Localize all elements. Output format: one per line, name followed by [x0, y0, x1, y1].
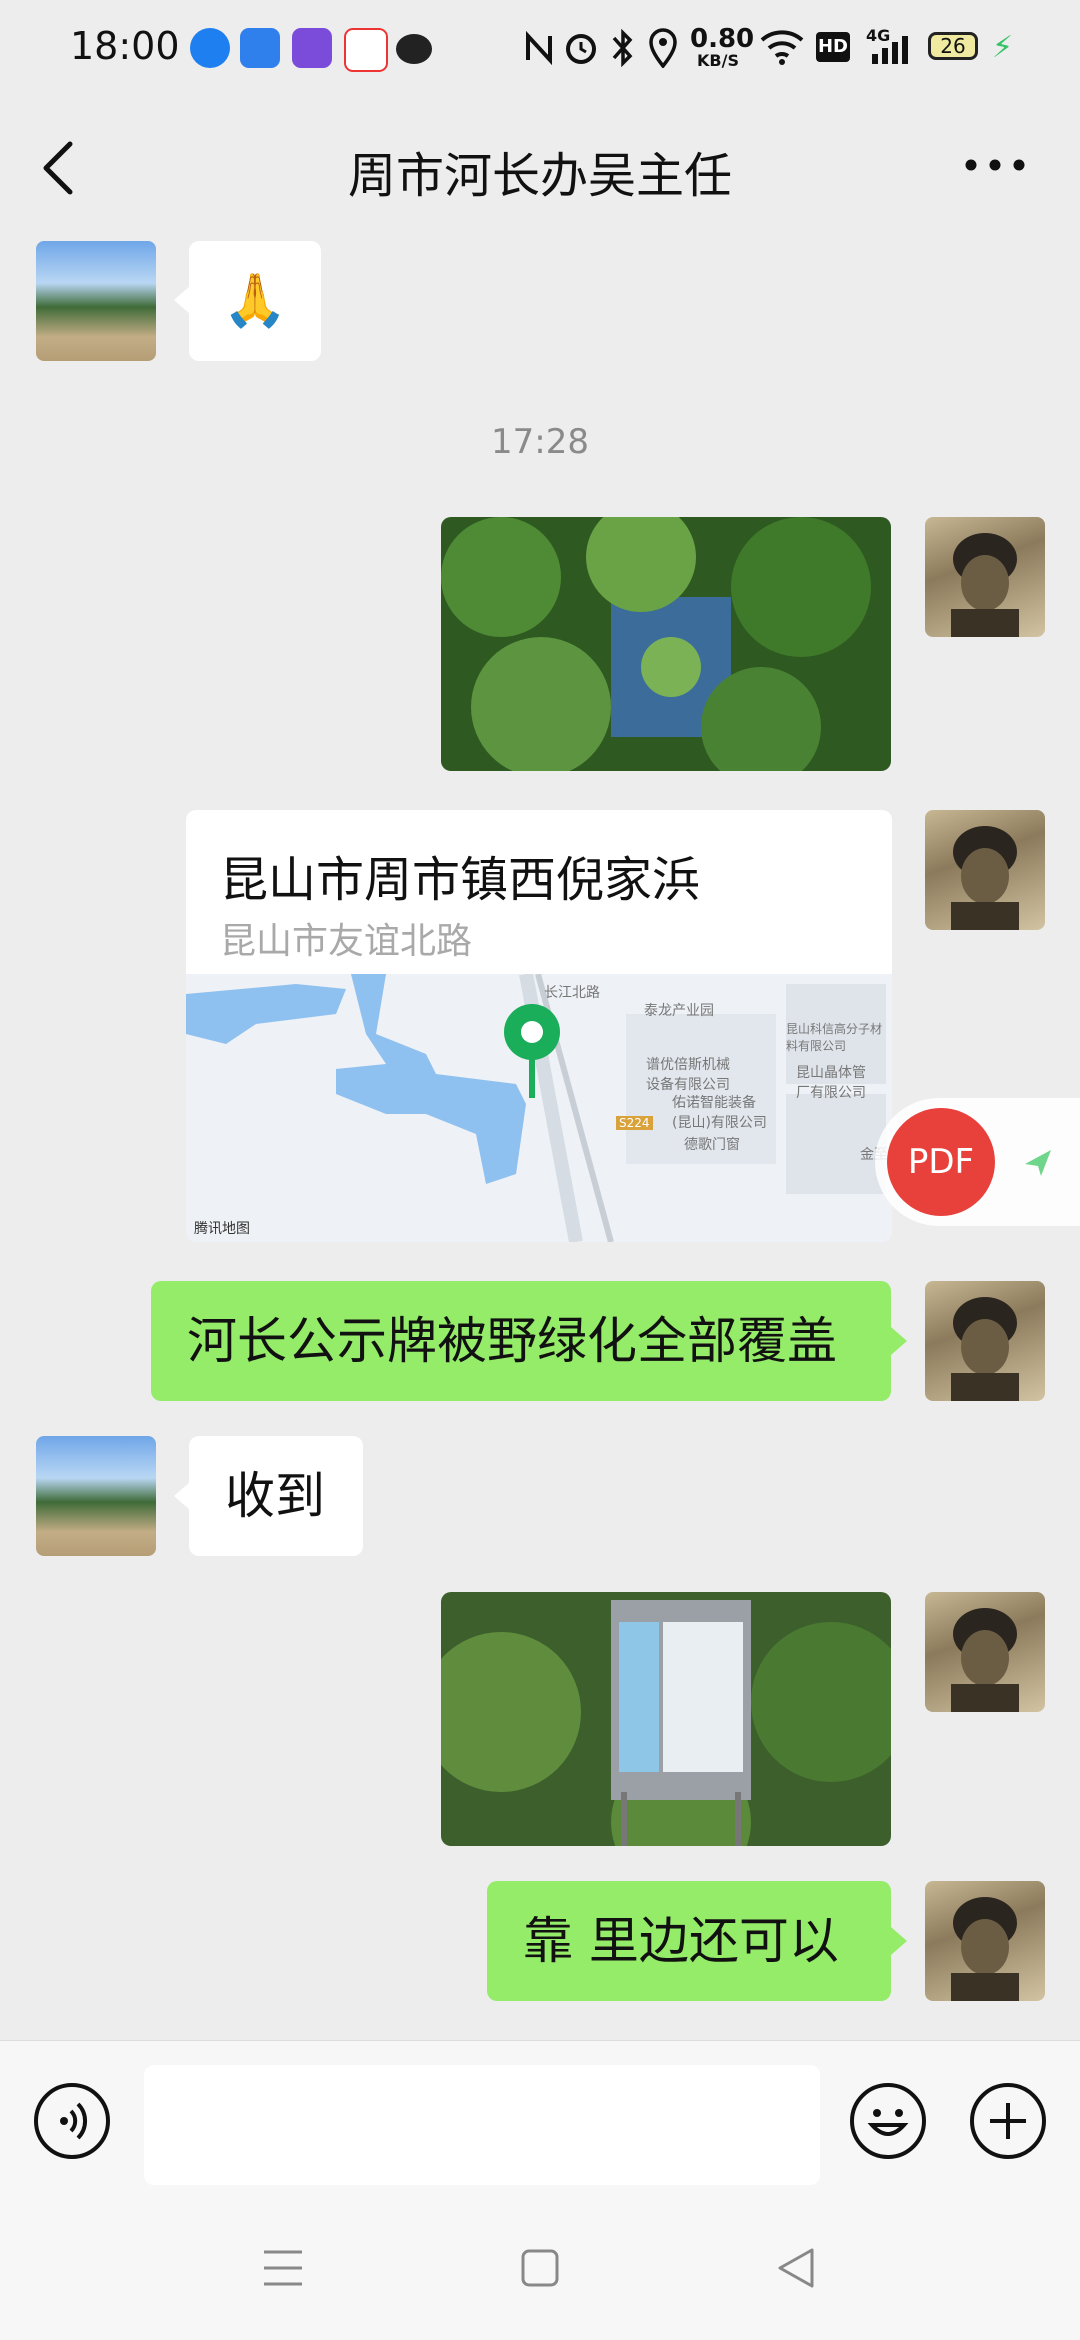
emoji-icon: [867, 2109, 909, 2136]
time-divider: 17:28: [491, 422, 589, 462]
input-bar: [0, 2040, 1080, 2201]
nfc-icon: [526, 30, 552, 66]
status-time: 18:00: [70, 24, 180, 68]
bubble-tail: [174, 1482, 190, 1510]
map-provider: 腾讯地图: [194, 1221, 250, 1237]
pray-emoji: 🙏: [222, 271, 288, 331]
voice-icon: [60, 2102, 88, 2140]
app-notification-icon: [240, 28, 280, 68]
location-message-card[interactable]: 昆山市周市镇西倪家浜 昆山市友谊北路 长江北路 泰龙产业园 昆山科信高分子材料有…: [186, 810, 892, 1242]
map-pin-icon: [504, 1004, 560, 1098]
self-avatar[interactable]: [925, 517, 1045, 637]
baidu-icon: [344, 28, 388, 72]
chat-header: 周市河长办吴主任: [0, 96, 1080, 240]
message-bubble-text[interactable]: 靠 里边还可以: [487, 1881, 891, 2001]
location-map: 长江北路 泰龙产业园 昆山科信高分子材料有限公司 谱优倍斯机械设备有限公司 昆山…: [186, 974, 892, 1242]
portrait-image: [951, 826, 1019, 930]
message-photo-signboard[interactable]: [441, 1592, 891, 1846]
map-label-road: 长江北路: [544, 985, 600, 1001]
message-text: 河长公示牌被野绿化全部覆盖: [187, 1312, 837, 1370]
map-label-shop: 德歌门窗: [684, 1137, 740, 1153]
chat-title: 周市河长办吴主任: [347, 148, 732, 204]
contact-avatar[interactable]: [36, 1436, 156, 1556]
message-text: 收到: [225, 1467, 325, 1525]
map-label-company: 昆山晶体管厂有限公司: [796, 1065, 866, 1101]
map-label-company: 昆山科信高分子材料有限公司: [786, 1022, 883, 1053]
self-avatar[interactable]: [925, 810, 1045, 930]
wechat-icon: [396, 34, 432, 64]
photo-image: [441, 1592, 891, 1846]
map-label-company: 谱优倍斯机械设备有限公司: [646, 1057, 730, 1093]
portrait-image: [951, 533, 1019, 637]
app-notification-icon: [190, 28, 230, 68]
contact-avatar[interactable]: [36, 241, 156, 361]
message-bubble-emoji[interactable]: 🙏: [189, 241, 321, 361]
network-speed: 0.80 KB/S: [690, 24, 755, 70]
location-subtitle: 昆山市友谊北路: [220, 921, 473, 962]
wifi-icon: [760, 30, 804, 65]
more-button[interactable]: [960, 150, 1030, 180]
portrait-image: [951, 1897, 1019, 2001]
message-input[interactable]: [144, 2065, 820, 2185]
map-label-company: 佑诺智能装备(昆山)有限公司: [672, 1095, 767, 1131]
self-avatar[interactable]: [925, 1281, 1045, 1401]
message-text: 靠 里边还可以: [523, 1912, 839, 1970]
battery-icon: 26: [928, 32, 978, 60]
bubble-tail: [891, 1927, 907, 1955]
message-list[interactable]: 🙏 17:28 昆山市周市镇西倪家浜 昆山市友谊北路 长江北路 泰龙产业园 昆山…: [0, 240, 1080, 2040]
message-photo-vegetation[interactable]: [441, 517, 891, 771]
bubble-tail: [174, 286, 190, 314]
back-nav-button[interactable]: [776, 2246, 816, 2290]
photo-image: [441, 517, 891, 771]
signal-icon: [872, 36, 908, 64]
map-label-industry: 泰龙产业园: [644, 1003, 714, 1019]
pdf-floating-button[interactable]: PDF: [875, 1098, 1080, 1226]
status-bar: 18:00 0.80 KB/S HD 4G 26 ⚡: [0, 0, 1080, 96]
system-navigation-bar: [0, 2200, 1080, 2340]
app-notification-icon: [292, 28, 332, 68]
voice-button[interactable]: [34, 2083, 110, 2159]
charging-icon: ⚡: [992, 30, 1014, 65]
menu-button[interactable]: [262, 2248, 304, 2288]
send-arrow-icon: [1025, 1150, 1051, 1176]
location-title: 昆山市周市镇西倪家浜: [220, 852, 701, 908]
self-avatar[interactable]: [925, 1881, 1045, 2001]
home-button[interactable]: [520, 2248, 560, 2288]
plus-icon: [990, 2103, 1026, 2139]
bluetooth-icon: [612, 28, 633, 68]
message-bubble-text[interactable]: 河长公示牌被野绿化全部覆盖: [151, 1281, 891, 1401]
network-speed-value: 0.80: [690, 24, 755, 54]
alarm-icon: [566, 34, 596, 64]
portrait-image: [951, 1608, 1019, 1712]
message-bubble-text[interactable]: 收到: [189, 1436, 363, 1556]
plus-button[interactable]: [970, 2083, 1046, 2159]
emoji-button[interactable]: [850, 2083, 926, 2159]
self-avatar[interactable]: [925, 1592, 1045, 1712]
hd-badge: HD: [816, 32, 850, 62]
map-label-road: S224: [616, 1116, 653, 1130]
location-icon: [649, 28, 677, 68]
bubble-tail: [891, 1327, 907, 1355]
pdf-icon: PDF: [887, 1108, 995, 1216]
network-speed-unit: KB/S: [697, 51, 739, 70]
portrait-image: [951, 1297, 1019, 1401]
